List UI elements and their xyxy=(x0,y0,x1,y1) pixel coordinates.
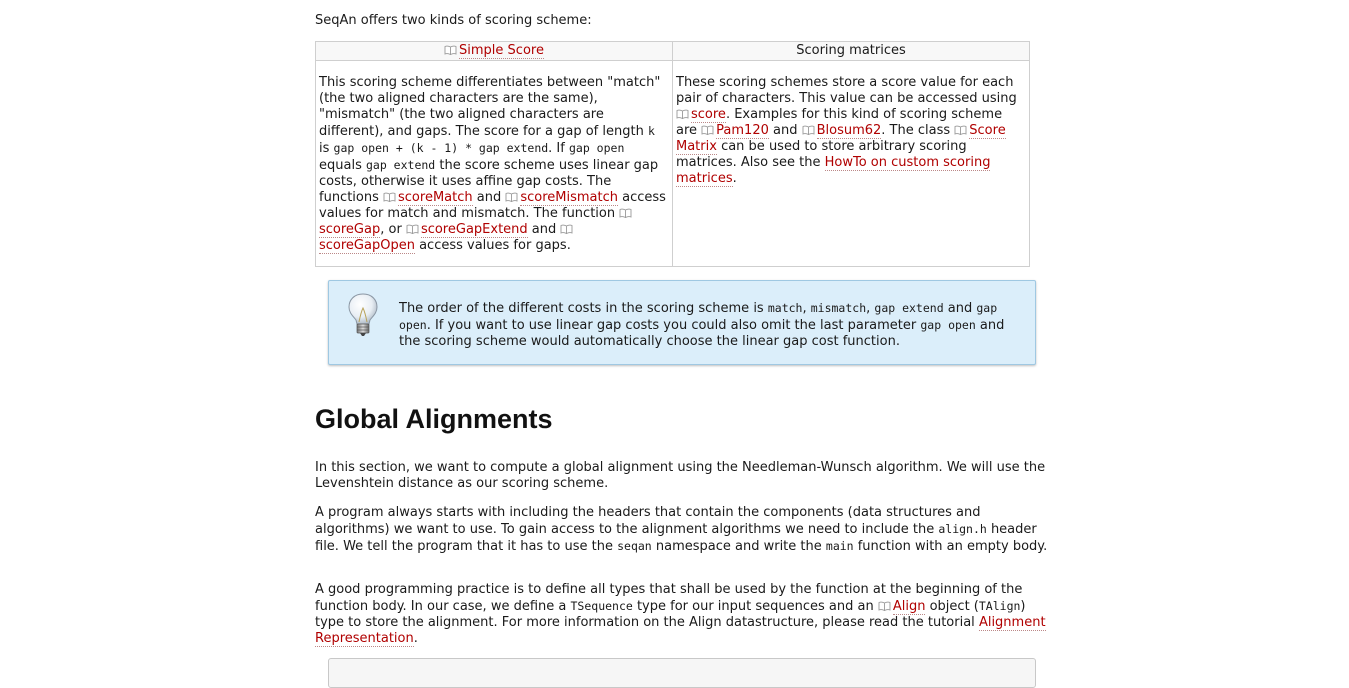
paragraph-headers: A program always starts with including t… xyxy=(315,505,1050,555)
section-heading: Global Alignments xyxy=(315,404,553,434)
intro-text: SeqAn offers two kinds of scoring scheme… xyxy=(315,13,592,28)
text: These scoring schemes store a score valu… xyxy=(676,75,1017,106)
book-icon xyxy=(383,192,396,202)
text: . If you want to use linear gap costs yo… xyxy=(426,318,921,333)
code: k xyxy=(647,124,655,138)
text: equals xyxy=(319,158,366,173)
text: , xyxy=(802,301,811,316)
blosum62-link[interactable]: Blosum62 xyxy=(816,123,882,139)
text: This scoring scheme differentiates betwe… xyxy=(319,75,661,139)
book-icon xyxy=(560,224,573,234)
text: and xyxy=(768,123,802,138)
code: gap open xyxy=(920,318,976,332)
align-link[interactable]: Align xyxy=(892,599,926,615)
tip-text: The order of the different costs in the … xyxy=(399,300,1024,350)
text: . xyxy=(732,171,737,186)
text: function with an empty body. xyxy=(853,539,1048,554)
code: match xyxy=(767,301,803,315)
text: and xyxy=(472,190,506,205)
book-icon xyxy=(701,125,714,135)
text: access values for gaps. xyxy=(414,238,571,253)
book-icon xyxy=(444,45,457,55)
code: mismatch xyxy=(810,301,867,315)
score-gap-open-link[interactable]: scoreGapOpen xyxy=(319,238,415,254)
text: object ( xyxy=(925,599,979,614)
code: TSequence xyxy=(570,599,633,613)
text: . The class xyxy=(881,123,955,138)
book-icon xyxy=(802,125,815,135)
book-icon xyxy=(619,208,632,218)
code: align.h xyxy=(938,522,987,536)
score-link[interactable]: score xyxy=(691,107,726,123)
table-header-scoring-matrices: Scoring matrices xyxy=(672,41,1030,61)
text: is xyxy=(319,141,334,156)
paragraph-intro: In this section, we want to compute a gl… xyxy=(315,460,1046,491)
simple-score-description: This scoring scheme differentiates betwe… xyxy=(315,60,673,267)
scoring-scheme-table: Simple Score Scoring matrices This scori… xyxy=(315,41,1030,267)
text: type for our input sequences and an xyxy=(632,599,878,614)
scoring-matrices-description: These scoring schemes store a score valu… xyxy=(672,60,1030,267)
lightbulb-icon xyxy=(346,292,380,342)
code: main xyxy=(825,539,854,553)
code-block xyxy=(328,658,1036,688)
text: A program always starts with including t… xyxy=(315,505,981,537)
simple-score-link[interactable]: Simple Score xyxy=(459,43,544,59)
book-icon xyxy=(676,109,689,119)
score-gap-extend-link[interactable]: scoreGapExtend xyxy=(420,222,528,238)
code: gap extend xyxy=(874,301,944,315)
text: . If xyxy=(548,141,569,156)
text: , or xyxy=(380,222,406,237)
pam120-link[interactable]: Pam120 xyxy=(716,123,769,139)
book-icon xyxy=(954,125,967,135)
book-icon xyxy=(505,192,518,202)
paragraph-types: A good programming practice is to define… xyxy=(315,582,1050,647)
text: and xyxy=(527,222,561,237)
text: . xyxy=(413,631,418,646)
score-mismatch-link[interactable]: scoreMismatch xyxy=(520,190,619,206)
score-match-link[interactable]: scoreMatch xyxy=(398,190,473,206)
text: The order of the different costs in the … xyxy=(399,301,768,316)
score-gap-link[interactable]: scoreGap xyxy=(319,222,381,238)
text: namespace and write the xyxy=(651,539,826,554)
book-icon xyxy=(878,601,891,611)
code: TAlign xyxy=(978,599,1021,613)
table-header-simple-score: Simple Score xyxy=(315,41,673,61)
code: gap extend xyxy=(365,158,436,172)
code: seqan xyxy=(617,539,652,553)
tip-box: The order of the different costs in the … xyxy=(328,280,1036,365)
book-icon xyxy=(406,224,419,234)
code: gap open xyxy=(568,141,625,155)
text: and xyxy=(943,301,977,316)
code: gap open + (k - 1) * gap extend xyxy=(333,141,549,155)
